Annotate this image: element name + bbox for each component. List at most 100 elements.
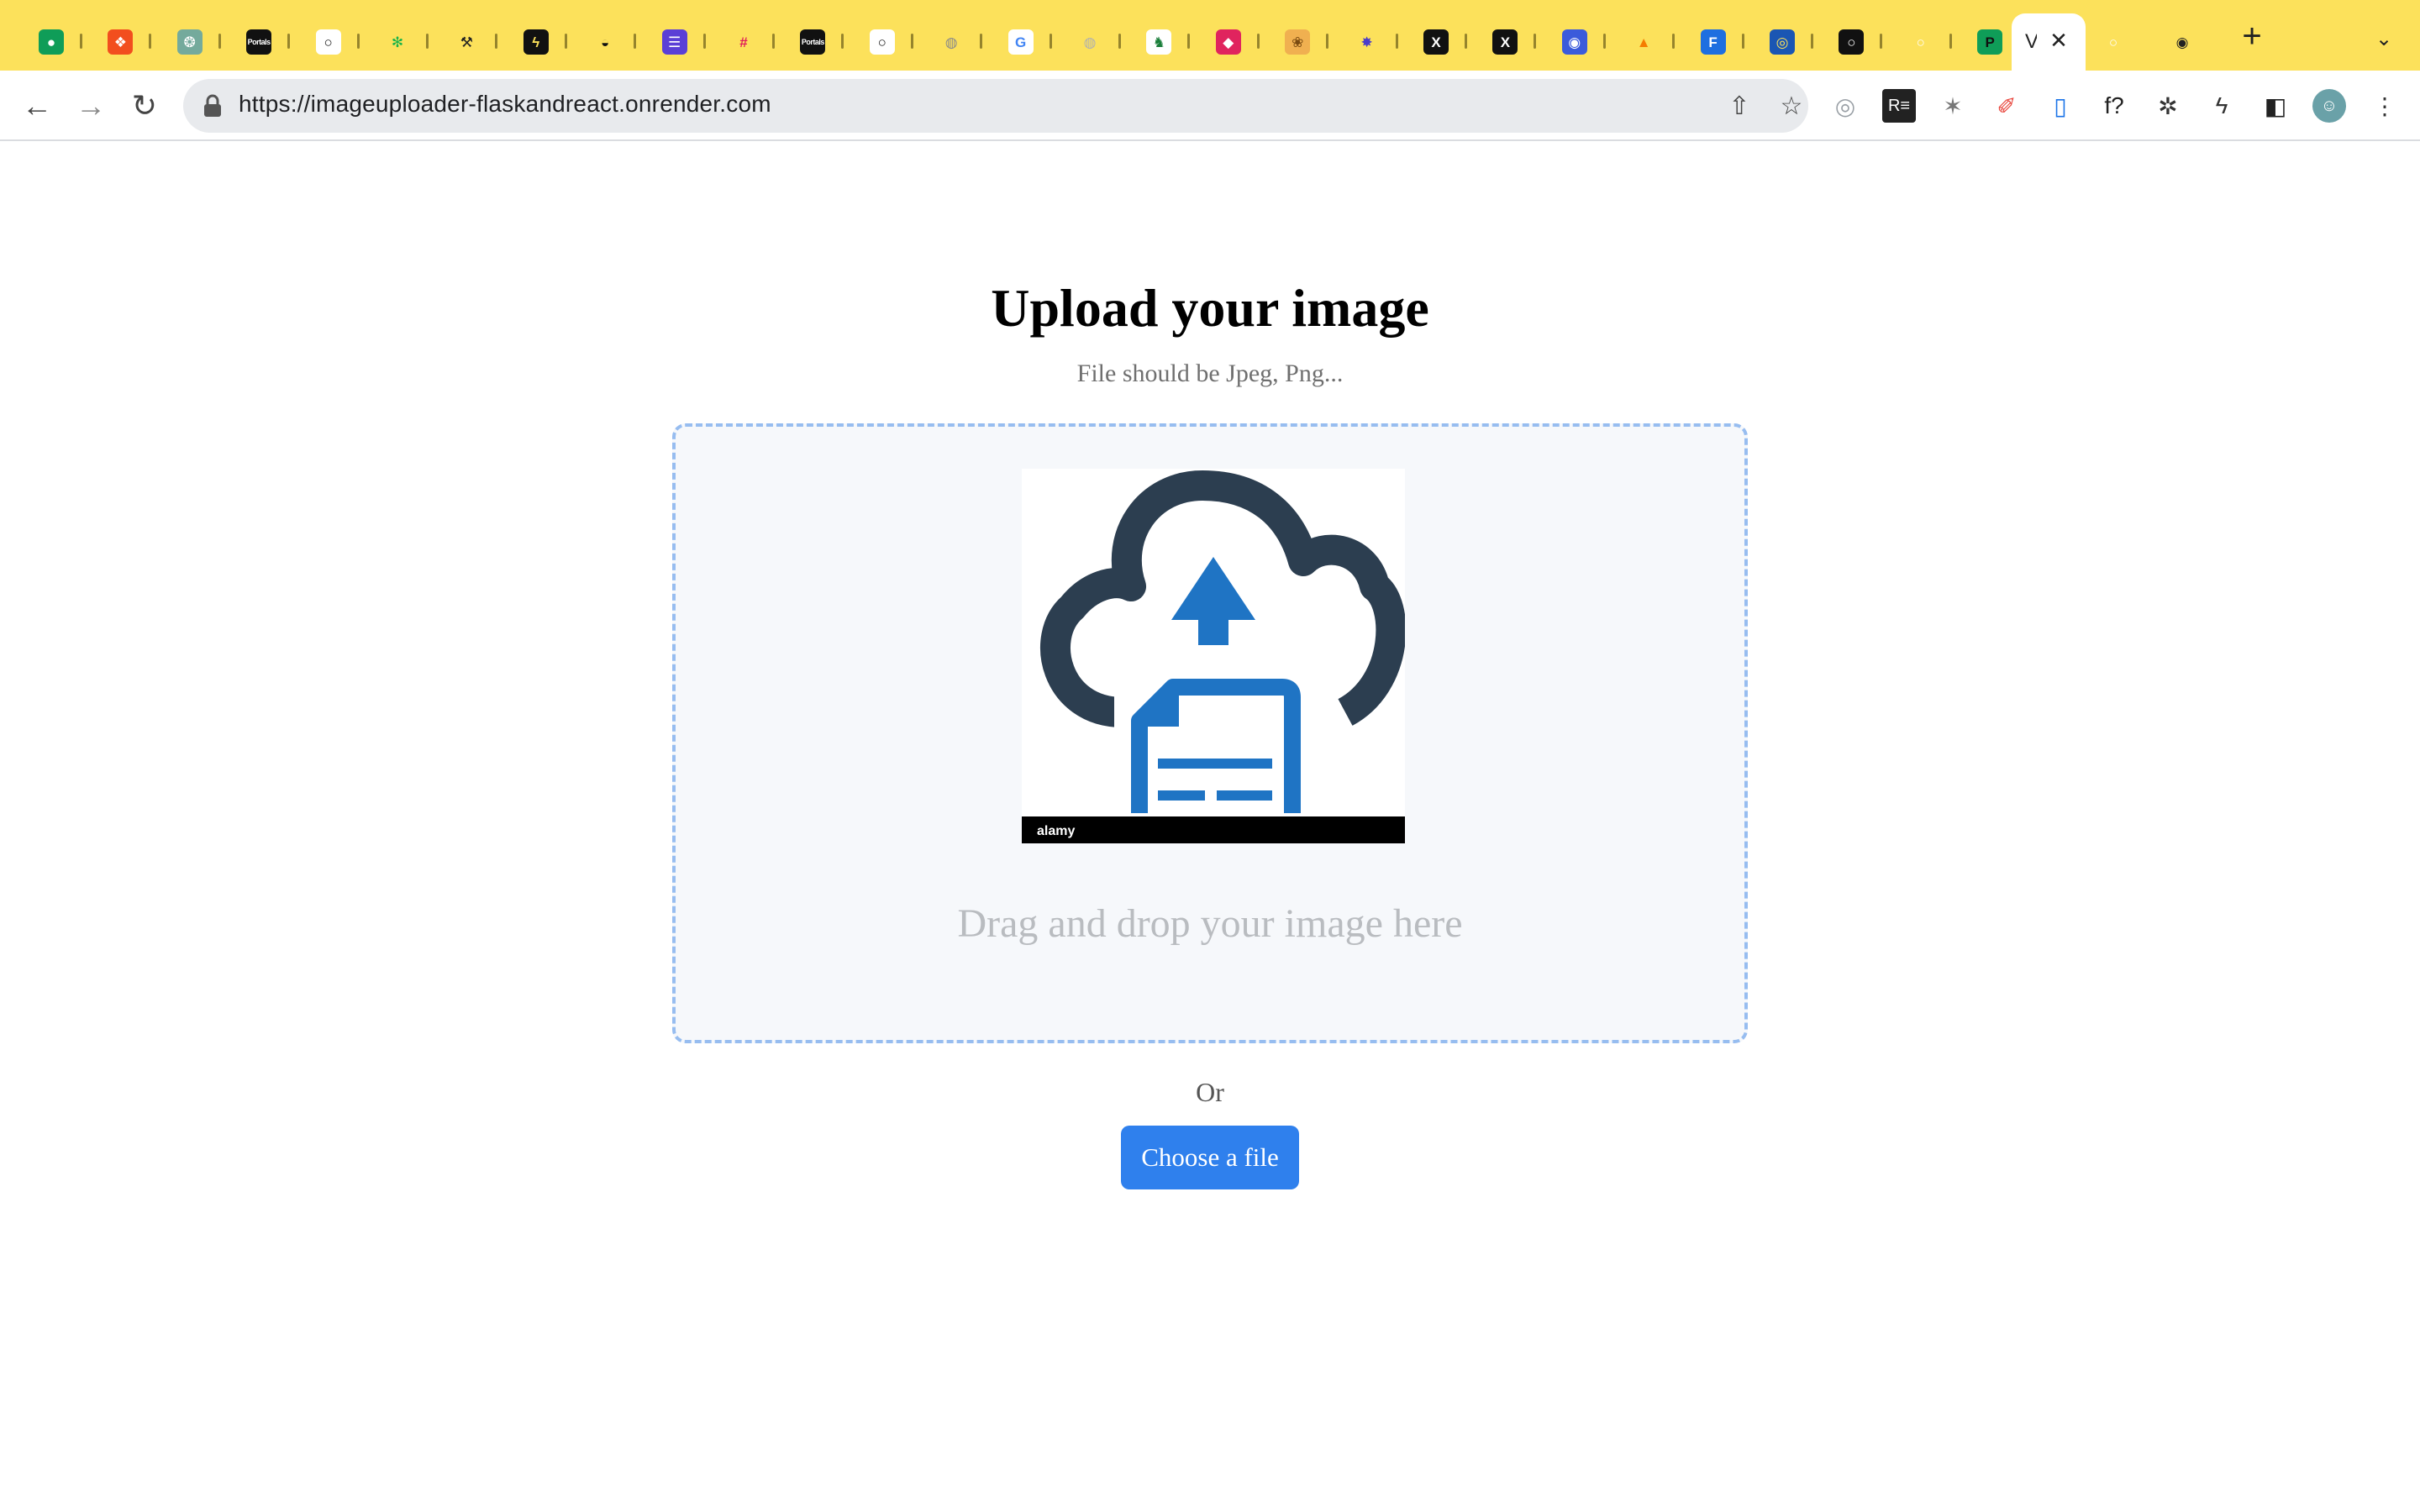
menu-kebab-icon[interactable]: ⋮: [2368, 89, 2402, 123]
drop-instruction-text: Drag and drop your image here: [957, 901, 1463, 946]
tab-separator: [841, 34, 844, 49]
tab-separator: [1880, 34, 1883, 49]
tab-separator: [980, 34, 983, 49]
tab-separator: [1949, 34, 1952, 49]
active-tab[interactable]: V ✕: [2012, 13, 2086, 71]
bookmark-star-icon[interactable]: ☆: [1776, 91, 1807, 121]
tab-separator: [1811, 34, 1813, 49]
or-separator-text: Or: [1196, 1077, 1224, 1107]
address-bar[interactable]: https://imageuploader-flaskandreact.onre…: [183, 79, 1808, 133]
tab-separator: [218, 34, 221, 49]
image-watermark: alamy: [1037, 824, 1075, 838]
browser-tab[interactable]: ◍: [1062, 13, 1131, 71]
browser-tab[interactable]: ◍: [923, 13, 992, 71]
color-picker-extension-icon[interactable]: ✐: [1990, 89, 2023, 123]
github-icon: ○: [315, 29, 341, 55]
upload-arrow-shape: [1171, 557, 1255, 645]
slack-icon: #: [731, 29, 756, 55]
asterisk-icon: ✻: [385, 29, 410, 55]
tab-separator: [564, 34, 567, 49]
browser-tab[interactable]: ◒: [577, 13, 646, 71]
browser-tab[interactable]: ◎: [1754, 13, 1823, 71]
browser-tab[interactable]: ✸: [1339, 13, 1408, 71]
browser-tab[interactable]: ❂: [162, 13, 231, 71]
target-icon: ◎: [1770, 29, 1795, 55]
back-arrow-icon: ←: [22, 88, 52, 123]
browser-tab[interactable]: ○: [301, 13, 370, 71]
browser-tab[interactable]: X: [1408, 13, 1477, 71]
tab-separator: [1187, 34, 1191, 49]
ruby-icon: ◆: [1215, 29, 1241, 55]
font-finder-extension-icon[interactable]: f?: [2097, 89, 2131, 123]
browser-tab[interactable]: ◉: [1547, 13, 1616, 71]
browser-tab[interactable]: F: [1686, 13, 1754, 71]
browser-tab[interactable]: ϟ: [508, 13, 577, 71]
browser-toolbar: ← → ↻ https://imageuploader-flaskandreac…: [0, 71, 2420, 141]
close-tab-icon[interactable]: ✕: [2047, 29, 2070, 52]
new-tab-button[interactable]: +: [2235, 19, 2269, 54]
browser-tab[interactable]: ○: [855, 13, 923, 71]
browser-tab[interactable]: ❀: [1270, 13, 1339, 71]
drop-zone[interactable]: alamy Drag and drop your image here: [672, 423, 1748, 1043]
tab-separator: [1741, 34, 1744, 49]
tab-separator: [772, 34, 775, 49]
browser-tab[interactable]: Portals: [785, 13, 854, 71]
tab-separator: [149, 34, 152, 49]
tab-separator: [634, 34, 637, 49]
browser-tab[interactable]: Portals: [231, 13, 300, 71]
github-icon: ○: [869, 29, 895, 55]
browser-tab[interactable]: ○: [1893, 13, 1962, 71]
browser-tab[interactable]: X: [1477, 13, 1546, 71]
browser-tab[interactable]: ☰: [647, 13, 716, 71]
side-panel-icon[interactable]: ◧: [2259, 89, 2292, 123]
back-button[interactable]: ←: [17, 86, 57, 126]
globe-icon: ◍: [939, 29, 965, 55]
browser-tab[interactable]: ♞: [1131, 13, 1200, 71]
browser-tab[interactable]: #: [716, 13, 785, 71]
browser-tab[interactable]: ✻: [370, 13, 439, 71]
f-app-icon: F: [1700, 29, 1726, 55]
cloud-upload-icon: alamy: [1022, 470, 1405, 843]
clipboard-extension-icon[interactable]: ▯: [2044, 89, 2077, 123]
browser-tab[interactable]: ○: [2086, 13, 2154, 71]
browser-tab[interactable]: G: [993, 13, 1062, 71]
url-text[interactable]: https://imageuploader-flaskandreact.onre…: [239, 91, 771, 118]
google-icon: G: [1007, 29, 1034, 55]
choose-file-button[interactable]: Choose a file: [1121, 1126, 1299, 1189]
tab-search-chevron-icon[interactable]: ⌄: [2370, 25, 2398, 54]
dev-tools-extension-icon[interactable]: ◎: [1828, 89, 1862, 123]
x-icon: X: [1423, 29, 1449, 55]
tab-separator: [1534, 34, 1537, 49]
browser-tab[interactable]: ○: [1823, 13, 1892, 71]
browser-tab[interactable]: ◆: [1201, 13, 1270, 71]
browser-tab[interactable]: ❖: [92, 13, 161, 71]
firebase-icon: ▲: [1631, 29, 1657, 55]
reader-extension-icon[interactable]: R≡: [1882, 89, 1916, 123]
tab-separator: [426, 34, 429, 49]
reload-button[interactable]: ↻: [124, 86, 165, 126]
reload-icon: ↻: [131, 88, 158, 123]
profile-avatar[interactable]: ☺: [2312, 89, 2346, 123]
forward-button[interactable]: →: [71, 86, 111, 126]
github-icon: ○: [1907, 29, 1933, 55]
puzzle-extensions-icon[interactable]: ✲: [2151, 89, 2185, 123]
lock-icon[interactable]: [202, 94, 224, 118]
tab-separator: [1049, 34, 1052, 49]
tab-separator: [356, 34, 360, 49]
browser-tab[interactable]: ◉: [2154, 13, 2223, 71]
tab-separator: [702, 34, 706, 49]
tab-separator: [287, 34, 291, 49]
portals-icon: Portals: [800, 29, 826, 55]
p-app-icon: P: [1977, 29, 2003, 55]
browser-tab[interactable]: ▲: [1616, 13, 1685, 71]
tab-separator: [1395, 34, 1398, 49]
globe-icon: ◍: [1077, 29, 1102, 55]
bug-extension-icon[interactable]: ✶: [1936, 89, 1970, 123]
tab-separator: [1118, 34, 1121, 49]
github-icon: ○: [2101, 29, 2126, 55]
bolt-extension-icon[interactable]: ϟ: [2205, 89, 2238, 123]
page-subtitle: File should be Jpeg, Png...: [1076, 360, 1344, 387]
share-icon[interactable]: ⇧: [1724, 91, 1754, 121]
browser-tab[interactable]: ●: [24, 13, 92, 71]
browser-tab[interactable]: ⚒: [439, 13, 508, 71]
